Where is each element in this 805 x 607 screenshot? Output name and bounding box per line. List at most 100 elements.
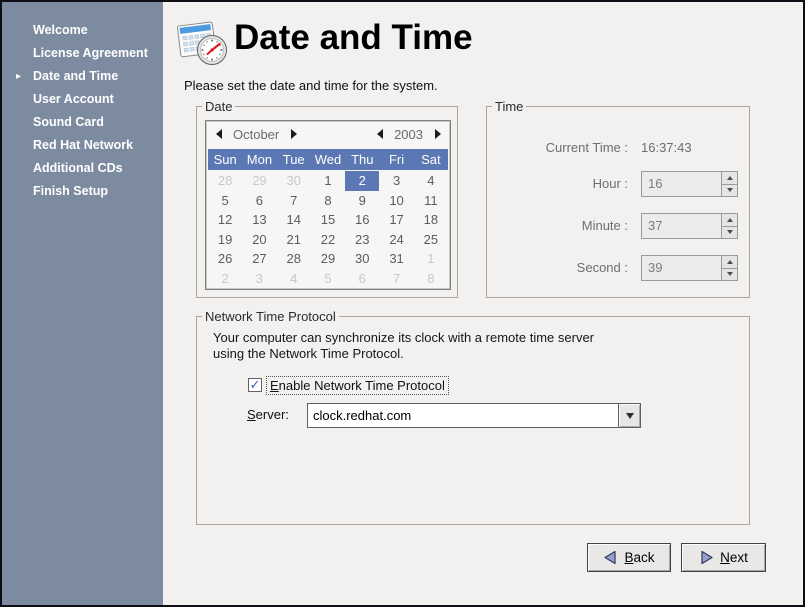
second-value[interactable]: 39 — [642, 256, 721, 280]
next-year-icon[interactable] — [432, 128, 443, 140]
calendar-day[interactable]: 5 — [311, 269, 345, 289]
calendar-widget: October 2003 SunMonTueWedThuFriSat 28293… — [205, 120, 451, 290]
calendar-day[interactable]: 7 — [277, 191, 311, 211]
wizard-steps-sidebar: Welcome License Agreement ▸ Date and Tim… — [2, 2, 163, 605]
sidebar-item-user-account[interactable]: User Account — [2, 88, 163, 111]
sidebar-item-finish-setup[interactable]: Finish Setup — [2, 180, 163, 203]
calendar-day[interactable]: 1 — [414, 249, 448, 269]
next-button[interactable]: Next — [681, 543, 766, 572]
calendar-day[interactable]: 29 — [242, 171, 276, 191]
calendar-day-header: Tue — [277, 149, 311, 170]
calendar-day[interactable]: 30 — [277, 171, 311, 191]
calendar-day[interactable]: 19 — [208, 230, 242, 250]
calendar-day[interactable]: 8 — [414, 269, 448, 289]
next-arrow-icon — [699, 550, 714, 565]
calendar-day[interactable]: 30 — [345, 249, 379, 269]
calendar-day-selected[interactable]: 2 — [345, 171, 379, 191]
calendar-day-header: Thu — [345, 149, 379, 170]
ntp-section: Network Time Protocol Your computer can … — [196, 316, 750, 525]
sidebar-item-license-agreement[interactable]: License Agreement — [2, 42, 163, 65]
minute-spinner[interactable]: 37 — [641, 213, 738, 239]
sidebar-item-label: User Account — [33, 92, 114, 106]
calendar-day[interactable]: 12 — [208, 210, 242, 230]
minute-spin-up-icon[interactable] — [722, 214, 737, 227]
time-section-legend: Time — [492, 99, 526, 114]
calendar-day[interactable]: 20 — [242, 230, 276, 250]
sidebar-item-welcome[interactable]: Welcome — [2, 19, 163, 42]
calendar-day[interactable]: 4 — [414, 171, 448, 191]
calendar-day[interactable]: 4 — [277, 269, 311, 289]
calendar-day[interactable]: 1 — [311, 171, 345, 191]
sidebar-item-date-and-time[interactable]: ▸ Date and Time — [2, 65, 163, 88]
server-label: Server: — [247, 407, 289, 422]
server-input[interactable] — [307, 403, 619, 428]
calendar-day[interactable]: 31 — [379, 249, 413, 269]
calendar-day[interactable]: 21 — [277, 230, 311, 250]
enable-ntp-label[interactable]: Enable Network Time Protocol — [266, 376, 449, 395]
date-section: Date October 2003 SunMonTueWedThuFriSat — [196, 106, 458, 298]
calendar-day[interactable]: 6 — [242, 191, 276, 211]
calendar-dow-row: SunMonTueWedThuFriSat — [208, 149, 448, 170]
minute-value[interactable]: 37 — [642, 214, 721, 238]
hour-value[interactable]: 16 — [642, 172, 721, 196]
hour-spinner[interactable]: 16 — [641, 171, 738, 197]
calendar-day[interactable]: 8 — [311, 191, 345, 211]
back-arrow-icon — [603, 550, 618, 565]
calendar-day[interactable]: 5 — [208, 191, 242, 211]
back-button[interactable]: Back — [587, 543, 671, 572]
sidebar-item-sound-card[interactable]: Sound Card — [2, 111, 163, 134]
second-spinner[interactable]: 39 — [641, 255, 738, 281]
calendar-day[interactable]: 2 — [208, 269, 242, 289]
calendar-day[interactable]: 23 — [345, 230, 379, 250]
calendar-day[interactable]: 6 — [345, 269, 379, 289]
calendar-day[interactable]: 14 — [277, 210, 311, 230]
calendar-day-header: Fri — [379, 149, 413, 170]
date-section-legend: Date — [202, 99, 235, 114]
minute-row: Minute : 37 — [487, 213, 749, 239]
calendar-day[interactable]: 10 — [379, 191, 413, 211]
calendar-day[interactable]: 25 — [414, 230, 448, 250]
enable-ntp-checkbox[interactable]: ✓ — [248, 378, 262, 392]
calendar-day[interactable]: 16 — [345, 210, 379, 230]
calendar-day[interactable]: 3 — [242, 269, 276, 289]
calendar-grid: 2829301234567891011121314151617181920212… — [208, 171, 448, 288]
calendar-day[interactable]: 27 — [242, 249, 276, 269]
sidebar-item-additional-cds[interactable]: Additional CDs — [2, 157, 163, 180]
time-section: Time Current Time : 16:37:43 Hour : 16 M… — [486, 106, 750, 298]
prev-month-icon[interactable] — [213, 128, 224, 140]
calendar-day-header: Mon — [242, 149, 276, 170]
calendar-day[interactable]: 28 — [208, 171, 242, 191]
hour-spin-up-icon[interactable] — [722, 172, 737, 185]
setup-wizard-window: Welcome License Agreement ▸ Date and Tim… — [0, 0, 805, 607]
page-title: Date and Time — [234, 18, 473, 58]
calendar-day[interactable]: 18 — [414, 210, 448, 230]
calendar-day[interactable]: 13 — [242, 210, 276, 230]
page-subtitle: Please set the date and time for the sys… — [184, 78, 438, 93]
sidebar-item-label: Red Hat Network — [33, 138, 133, 152]
sidebar-item-red-hat-network[interactable]: Red Hat Network — [2, 134, 163, 157]
second-spin-up-icon[interactable] — [722, 256, 737, 269]
calendar-day[interactable]: 3 — [379, 171, 413, 191]
calendar-day[interactable]: 24 — [379, 230, 413, 250]
calendar-day[interactable]: 17 — [379, 210, 413, 230]
calendar-day[interactable]: 28 — [277, 249, 311, 269]
chevron-down-icon — [626, 413, 634, 419]
hour-label: Hour : — [487, 176, 628, 191]
next-month-icon[interactable] — [288, 128, 299, 140]
calendar-day[interactable]: 29 — [311, 249, 345, 269]
calendar-day[interactable]: 22 — [311, 230, 345, 250]
calendar-day[interactable]: 7 — [379, 269, 413, 289]
hour-spin-down-icon[interactable] — [722, 185, 737, 197]
server-dropdown-button[interactable] — [619, 403, 641, 428]
sidebar-item-label: Sound Card — [33, 115, 104, 129]
calendar-day[interactable]: 11 — [414, 191, 448, 211]
prev-year-icon[interactable] — [374, 128, 385, 140]
server-combobox — [307, 403, 641, 428]
second-spin-down-icon[interactable] — [722, 269, 737, 281]
calendar-year-label: 2003 — [394, 127, 423, 142]
calendar-day[interactable]: 9 — [345, 191, 379, 211]
calendar-day-header: Sun — [208, 149, 242, 170]
minute-spin-down-icon[interactable] — [722, 227, 737, 239]
calendar-day[interactable]: 15 — [311, 210, 345, 230]
calendar-day[interactable]: 26 — [208, 249, 242, 269]
